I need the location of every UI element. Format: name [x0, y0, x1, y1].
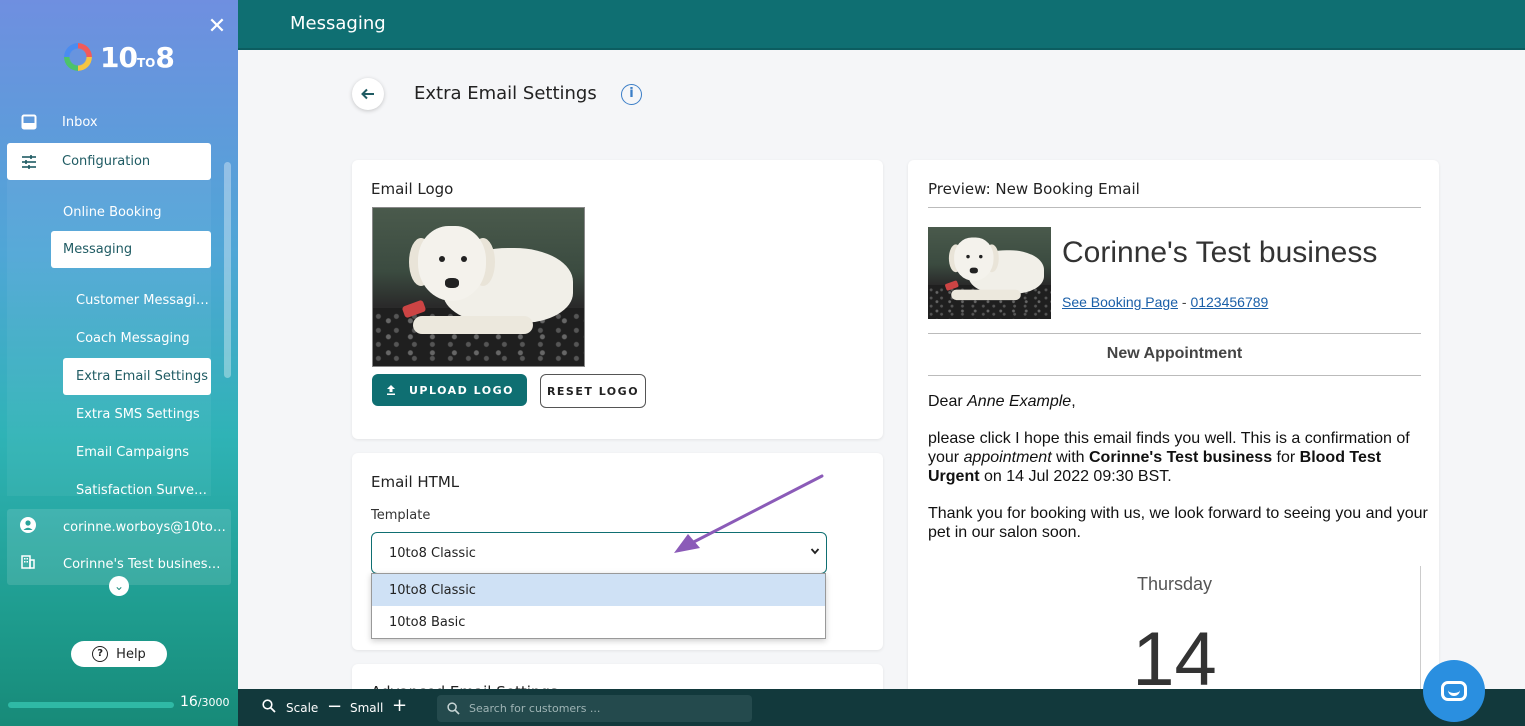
divider — [928, 333, 1421, 334]
close-icon[interactable]: ✕ — [206, 16, 228, 38]
search-icon — [447, 702, 460, 715]
sidebar-item-extra-sms-settings[interactable]: Extra SMS Settings — [76, 404, 210, 424]
sidebar-item-email-campaigns[interactable]: Email Campaigns — [76, 442, 210, 462]
scale-decrease-button[interactable]: − — [327, 696, 342, 717]
building-icon — [19, 555, 37, 573]
app-logo[interactable]: 10TO8 — [64, 40, 175, 74]
confirmation-paragraph: please click I hope this email finds you… — [928, 430, 1410, 485]
arrow-left-icon — [361, 88, 374, 100]
page-title: Extra Email Settings — [414, 83, 597, 104]
email-html-title: Email HTML — [371, 473, 460, 491]
upload-logo-button[interactable]: UPLOAD LOGO — [372, 374, 527, 406]
sidebar-item-label: Inbox — [62, 114, 98, 130]
preview-title: Preview: New Booking Email — [928, 180, 1140, 198]
help-button[interactable]: ? Help — [71, 641, 167, 667]
reset-logo-button[interactable]: RESET LOGO — [540, 374, 646, 408]
section-heading: New Appointment — [1106, 345, 1243, 362]
day-number: 14 — [1132, 617, 1217, 700]
business-name: Corinne's Test business — [1062, 236, 1378, 269]
credits-progress-bar — [8, 702, 174, 708]
dog-photo — [373, 208, 584, 366]
sidebar-item-online-booking[interactable]: Online Booking — [63, 202, 162, 222]
info-icon[interactable]: i — [621, 84, 642, 105]
template-option-classic[interactable]: 10to8 Classic — [372, 574, 825, 606]
email-logo-card: Email Logo UPLOAD LOGO RESET LOGO — [352, 160, 883, 439]
scale-label: Scale — [286, 701, 319, 715]
bottom-bar: Scale − Small + Search for customers ... — [238, 689, 1525, 726]
phone-link[interactable]: 0123456789 — [1190, 294, 1268, 310]
user-icon — [19, 517, 37, 537]
greeting: Dear Anne Example, — [928, 393, 1076, 410]
sidebar-item-extra-email-settings[interactable]: Extra Email Settings — [63, 358, 211, 395]
template-label: Template — [371, 508, 431, 523]
sidebar-item-inbox[interactable]: Inbox — [20, 112, 98, 132]
logo-image — [372, 207, 585, 367]
divider — [928, 207, 1421, 208]
sidebar-item-label: Configuration — [62, 154, 151, 169]
scale-increase-button[interactable]: + — [392, 695, 407, 716]
back-button[interactable] — [352, 78, 384, 110]
sidebar-item-configuration[interactable]: Configuration — [7, 143, 211, 180]
top-header: Messaging — [238, 0, 1525, 50]
account-panel: corinne.worboys@10to… Corinne's Test bus… — [7, 509, 231, 585]
day-name: Thursday — [1136, 574, 1213, 594]
template-option-basic[interactable]: 10to8 Basic — [372, 606, 825, 638]
credits-count: 16/3000 — [180, 694, 230, 710]
sidebar: ✕ 10TO8 Inbox Configuration Online Booki… — [0, 0, 238, 726]
header-title: Messaging — [290, 13, 386, 34]
annotation-arrow-icon — [674, 474, 824, 553]
sidebar-scrollbar[interactable] — [224, 162, 231, 378]
sliders-icon — [20, 153, 38, 171]
email-body: Dear Anne Example, please click I hope t… — [928, 392, 1428, 560]
configuration-subpanel: Online Booking Messaging Customer Messag… — [7, 180, 211, 496]
business-links: See Booking Page - 0123456789 — [1062, 294, 1269, 310]
logo-text: 10TO8 — [100, 40, 175, 74]
thanks-paragraph: Thank you for booking with us, we look f… — [928, 505, 1428, 541]
chat-button[interactable] — [1423, 660, 1485, 722]
preview-logo-image — [928, 227, 1051, 319]
logo-ring-icon — [64, 43, 92, 71]
sidebar-item-satisfaction-surveys[interactable]: Satisfaction Surve… — [76, 480, 210, 497]
customer-search-input[interactable]: Search for customers ... — [437, 695, 752, 722]
email-logo-title: Email Logo — [371, 180, 454, 198]
sidebar-item-coach-messaging[interactable]: Coach Messaging — [76, 328, 210, 348]
sidebar-item-customer-messaging[interactable]: Customer Messagi… — [76, 290, 210, 310]
chevron-down-icon[interactable]: ⌄ — [109, 576, 129, 596]
booking-page-link[interactable]: See Booking Page — [1062, 294, 1178, 310]
template-dropdown: 10to8 Classic 10to8 Basic — [371, 573, 826, 639]
upload-icon — [387, 385, 395, 395]
scale-value: Small — [350, 701, 384, 715]
date-block: Thursday 14 — [928, 566, 1421, 700]
sidebar-item-messaging[interactable]: Messaging — [51, 231, 211, 268]
chat-icon — [1441, 681, 1467, 701]
business-account[interactable]: Corinne's Test busines… — [19, 555, 221, 573]
help-icon: ? — [92, 646, 109, 662]
user-account[interactable]: corinne.worboys@10to… — [19, 517, 226, 537]
preview-card: Preview: New Booking Email Corinne's Tes… — [908, 160, 1439, 700]
inbox-icon — [20, 113, 38, 131]
zoom-icon[interactable] — [262, 699, 276, 713]
divider — [928, 375, 1421, 376]
